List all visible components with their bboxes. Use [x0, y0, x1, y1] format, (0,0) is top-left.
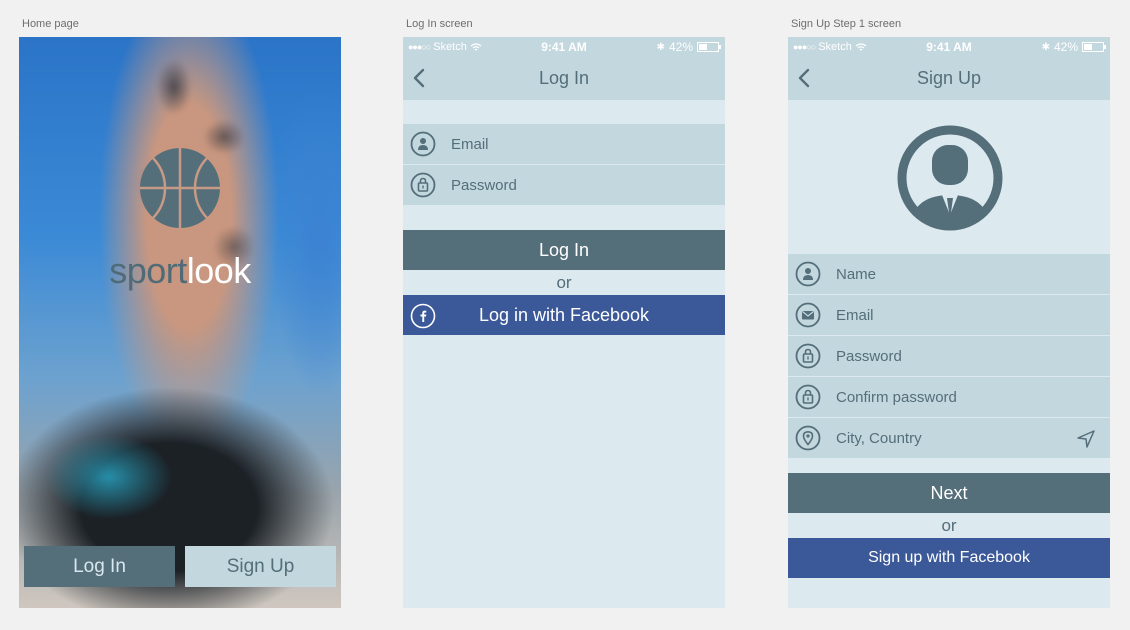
app-logo-wordmark: sportlook [19, 250, 341, 292]
email-placeholder: Email [836, 306, 874, 324]
facebook-login-button[interactable]: Log in with Facebook [403, 295, 725, 335]
back-chevron-icon[interactable] [794, 66, 818, 90]
signup-screen: ●●●○○ Sketch 9:41 AM ✱ 42% Sign Up Name … [788, 37, 1110, 608]
user-icon [795, 261, 821, 287]
confirm-password-field[interactable]: Confirm password [788, 377, 1110, 417]
login-screen: ●●●○○ Sketch 9:41 AM ✱ 42% Log In Email … [403, 37, 725, 608]
logo-part-sport: sport [109, 250, 187, 291]
user-icon [410, 131, 436, 157]
lock-icon [795, 384, 821, 410]
email-placeholder: Email [451, 135, 489, 153]
email-field[interactable]: Email [403, 124, 725, 164]
home-signup-button[interactable]: Sign Up [185, 546, 336, 587]
city-country-field[interactable]: City, Country [788, 418, 1110, 458]
bluetooth-icon: ✱ [656, 41, 665, 53]
password-placeholder: Password [451, 176, 517, 194]
artboard-label-signup: Sign Up Step 1 screen [791, 18, 902, 30]
facebook-icon [410, 303, 436, 329]
lock-icon [795, 343, 821, 369]
home-login-button[interactable]: Log In [24, 546, 175, 587]
back-chevron-icon[interactable] [409, 66, 433, 90]
home-screen: sportlook Log In Sign Up [19, 37, 341, 608]
confirm-password-placeholder: Confirm password [836, 388, 957, 406]
email-field[interactable]: Email [788, 295, 1110, 335]
name-placeholder: Name [836, 265, 877, 283]
next-button[interactable]: Next [788, 473, 1110, 513]
avatar-placeholder-icon[interactable] [897, 125, 1003, 231]
page-title: Sign Up [916, 68, 982, 88]
map-pin-icon [795, 425, 821, 451]
password-field[interactable]: Password [403, 165, 725, 205]
logo-part-look: look [186, 250, 252, 291]
facebook-signup-button[interactable]: Sign up with Facebook [788, 538, 1110, 578]
or-separator: or [556, 273, 572, 292]
password-placeholder: Password [836, 347, 902, 365]
battery-icon [1082, 42, 1106, 52]
battery-icon [697, 42, 721, 52]
page-title: Log In [538, 68, 590, 88]
basketball-logo-icon [140, 148, 220, 228]
battery-percent: 42% [668, 40, 693, 54]
artboard-label-home: Home page [22, 18, 79, 30]
battery-percent: 42% [1053, 40, 1078, 54]
status-bar: ●●●○○ Sketch 9:41 AM ✱ 42% [403, 37, 725, 57]
password-field[interactable]: Password [788, 336, 1110, 376]
city-country-placeholder: City, Country [836, 429, 922, 447]
login-button[interactable]: Log In [403, 230, 725, 270]
or-separator: or [941, 516, 957, 535]
navigation-bar: Log In [403, 57, 725, 100]
lock-icon [410, 172, 436, 198]
artboard-label-login: Log In screen [406, 18, 473, 30]
status-bar: ●●●○○ Sketch 9:41 AM ✱ 42% [788, 37, 1110, 57]
location-arrow-icon[interactable] [1076, 429, 1096, 449]
facebook-login-label: Log in with Facebook [478, 304, 650, 325]
navigation-bar: Sign Up [788, 57, 1110, 100]
avatar-area [788, 100, 1110, 254]
name-field[interactable]: Name [788, 254, 1110, 294]
bluetooth-icon: ✱ [1041, 41, 1050, 53]
envelope-icon [795, 302, 821, 328]
